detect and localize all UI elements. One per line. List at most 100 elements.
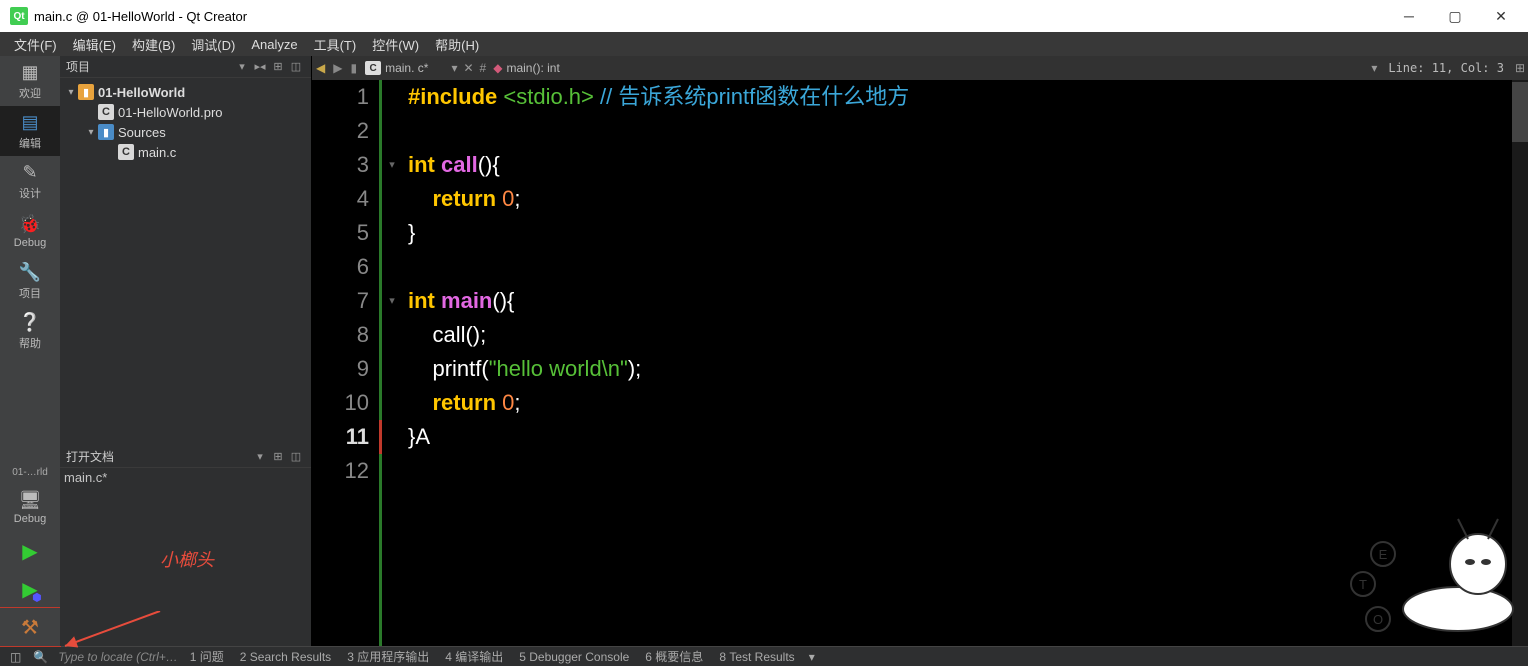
- output-tab[interactable]: 6 概要信息: [637, 650, 711, 664]
- close-output-icon[interactable]: ◫: [4, 650, 27, 664]
- minimize-button[interactable]: ─: [1386, 0, 1432, 32]
- code-line[interactable]: [408, 114, 1528, 148]
- mode-project[interactable]: 🔧项目: [0, 256, 60, 306]
- tree-label: Sources: [118, 125, 166, 140]
- menu-item[interactable]: 调试(D): [183, 33, 243, 56]
- dropdown-icon[interactable]: ▾: [251, 450, 269, 463]
- fold-toggle: [382, 182, 402, 216]
- output-tab[interactable]: 5 Debugger Console: [511, 650, 637, 664]
- bug-icon: 🐞: [19, 213, 41, 235]
- monitor-icon: 🖥: [19, 489, 41, 511]
- code-line[interactable]: int call(){: [408, 148, 1528, 182]
- code-line[interactable]: [408, 454, 1528, 488]
- menu-item[interactable]: 编辑(E): [65, 33, 124, 56]
- fold-gutter[interactable]: ▾▾: [382, 80, 402, 646]
- mode-edit[interactable]: ▤编辑: [0, 106, 60, 156]
- mode-welcome[interactable]: ▦欢迎: [0, 56, 60, 106]
- tree-row[interactable]: Cmain.c: [60, 142, 311, 162]
- output-tab[interactable]: 3 应用程序输出: [339, 650, 437, 664]
- fold-toggle[interactable]: ▾: [382, 284, 402, 318]
- menu-item[interactable]: 帮助(H): [427, 33, 487, 56]
- split-icon[interactable]: ⊞: [269, 450, 287, 463]
- kit-selector[interactable]: 🖥Debug: [0, 482, 60, 532]
- output-menu-icon[interactable]: ▾: [803, 650, 821, 664]
- code-line[interactable]: }A: [408, 420, 1528, 454]
- add-icon[interactable]: ⊞: [269, 60, 287, 73]
- qtfolder-icon: ▮: [78, 84, 94, 100]
- pencil-icon: ✎: [19, 161, 41, 183]
- mode-rail: ▦欢迎 ▤编辑 ✎设计 🐞Debug 🔧项目 ❔帮助 01-…rld 🖥Debu…: [0, 56, 60, 646]
- code-line[interactable]: [408, 250, 1528, 284]
- filter-icon[interactable]: ▸◂: [251, 60, 269, 73]
- annotation-label: 小榔头: [160, 546, 214, 572]
- menu-item[interactable]: 控件(W): [364, 33, 427, 56]
- symbol-selector[interactable]: main(): int: [506, 61, 1368, 75]
- fold-toggle: [382, 216, 402, 250]
- run-button[interactable]: ▶: [0, 532, 60, 570]
- expand-icon[interactable]: ▾: [64, 87, 78, 98]
- output-tab[interactable]: 4 编译输出: [437, 650, 511, 664]
- fold-toggle: [382, 352, 402, 386]
- locator-input[interactable]: Type to locate (Ctrl+…: [54, 650, 181, 664]
- split-editor-icon[interactable]: ⊞: [1512, 61, 1528, 75]
- close-button[interactable]: ✕: [1478, 0, 1524, 32]
- code-line[interactable]: printf("hello world\n");: [408, 352, 1528, 386]
- nav-fwd-icon[interactable]: ▶: [329, 61, 346, 75]
- symbol-dropdown-icon[interactable]: ▾: [1368, 61, 1380, 75]
- bookmark-icon[interactable]: ▮: [346, 61, 361, 75]
- play-icon: ▶: [22, 539, 37, 564]
- search-icon[interactable]: 🔍: [27, 650, 54, 664]
- menu-item[interactable]: 构建(B): [124, 33, 183, 56]
- expand-icon[interactable]: ▾: [84, 127, 98, 138]
- tab-menu-icon[interactable]: ▾: [448, 61, 460, 75]
- mode-debug[interactable]: 🐞Debug: [0, 206, 60, 256]
- mascot-image: E T O: [1328, 514, 1528, 634]
- code-line[interactable]: return 0;: [408, 182, 1528, 216]
- grid-icon: ▦: [19, 61, 41, 83]
- tree-row[interactable]: C01-HelloWorld.pro: [60, 102, 311, 122]
- tree-label: main.c: [138, 145, 176, 160]
- open-docs-header: 打开文档 ▾ ⊞ ◫: [60, 446, 311, 468]
- mode-design[interactable]: ✎设计: [0, 156, 60, 206]
- fold-toggle: [382, 386, 402, 420]
- output-tab[interactable]: 2 Search Results: [232, 650, 339, 664]
- run-debug-button[interactable]: ▶⬢: [0, 570, 60, 608]
- project-panel-title: 项目: [66, 58, 233, 75]
- statusbar: ◫ 🔍 Type to locate (Ctrl+… 1 问题2 Search …: [0, 646, 1528, 666]
- document-icon: ▤: [19, 111, 41, 133]
- split-icon[interactable]: ◫: [287, 60, 305, 73]
- close-panel-icon[interactable]: ◫: [287, 450, 305, 463]
- nav-back-icon[interactable]: ◀: [312, 61, 329, 75]
- code-line[interactable]: return 0;: [408, 386, 1528, 420]
- dropdown-icon[interactable]: ▾: [233, 60, 251, 73]
- fold-toggle: [382, 250, 402, 284]
- line-gutter[interactable]: 123456789101112: [312, 80, 382, 646]
- mode-help[interactable]: ❔帮助: [0, 306, 60, 356]
- fold-toggle: [382, 80, 402, 114]
- maximize-button[interactable]: ▢: [1432, 0, 1478, 32]
- tab-close-icon[interactable]: ✕: [460, 61, 476, 75]
- svg-text:E: E: [1379, 547, 1388, 562]
- menu-item[interactable]: Analyze: [243, 35, 305, 54]
- code-line[interactable]: int main(){: [408, 284, 1528, 318]
- tree-row[interactable]: ▾▮ Sources: [60, 122, 311, 142]
- fold-toggle[interactable]: ▾: [382, 148, 402, 182]
- folder-icon: ▮: [98, 124, 114, 140]
- file-type-icon: C: [365, 61, 381, 75]
- tree-row[interactable]: ▾▮01-HelloWorld: [60, 82, 311, 102]
- code-line[interactable]: #include <stdio.h> // 告诉系统printf函数在什么地方: [408, 80, 1528, 114]
- output-tab[interactable]: 8 Test Results: [711, 650, 802, 664]
- scrollbar-thumb[interactable]: [1512, 82, 1528, 142]
- code-line[interactable]: }: [408, 216, 1528, 250]
- build-button[interactable]: ⚒: [0, 608, 60, 646]
- menu-item[interactable]: 文件(F): [6, 33, 65, 56]
- menu-item[interactable]: 工具(T): [306, 33, 365, 56]
- editor-tab-filename[interactable]: main. c*: [385, 61, 448, 75]
- cursor-position[interactable]: Line: 11, Col: 3: [1380, 61, 1512, 75]
- code-line[interactable]: call();: [408, 318, 1528, 352]
- fold-toggle: [382, 454, 402, 488]
- project-tree[interactable]: ▾▮01-HelloWorldC01-HelloWorld.pro▾▮Sourc…: [60, 78, 311, 446]
- project-panel-header: 项目 ▾ ▸◂ ⊞ ◫: [60, 56, 311, 78]
- output-tab[interactable]: 1 问题: [182, 650, 232, 664]
- open-doc-item[interactable]: main.c*: [64, 470, 307, 485]
